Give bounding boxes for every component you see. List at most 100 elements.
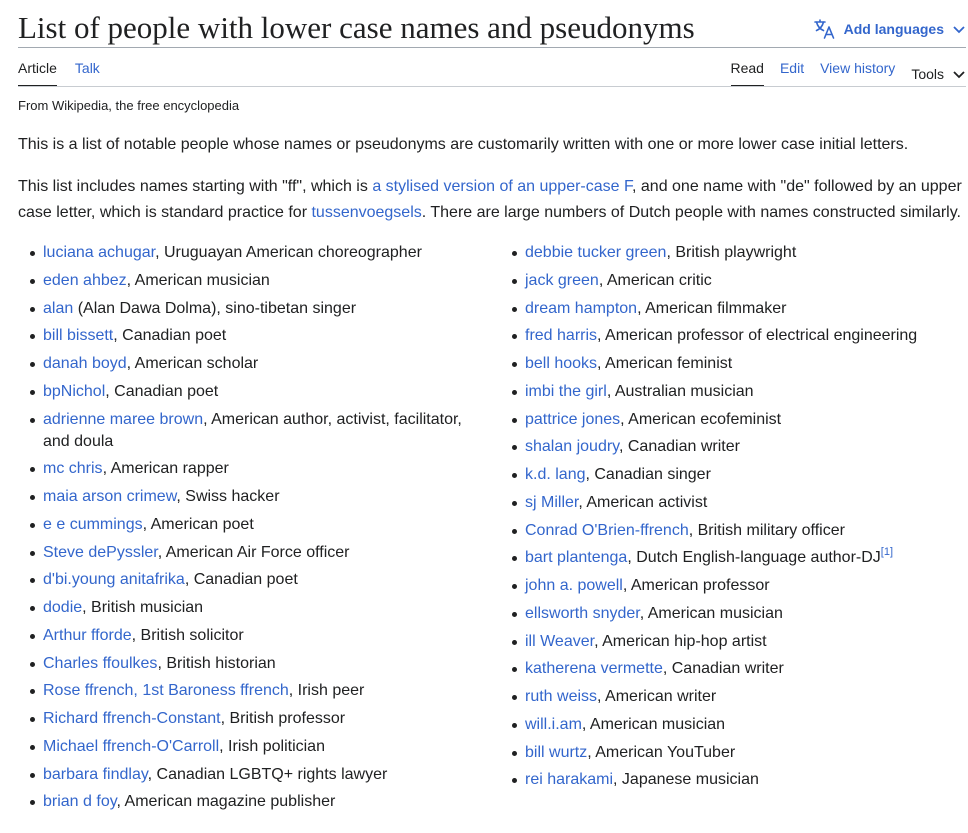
person-link[interactable]: ellsworth snyder <box>525 605 640 622</box>
list-item: ruth weiss, American writer <box>508 686 966 708</box>
stylised-f-link[interactable]: a stylised version of an upper-case F <box>372 178 632 195</box>
person-description: , American Air Force officer <box>157 543 350 561</box>
tools-menu[interactable]: Tools <box>911 60 966 87</box>
list-item: eden ahbez, American musician <box>26 270 476 292</box>
person-link[interactable]: barbara findlay <box>43 766 148 783</box>
person-description: , American hip-hop artist <box>594 632 767 650</box>
person-link[interactable]: dodie <box>43 599 82 616</box>
list-item: Conrad O'Brien-ffrench, British military… <box>508 520 966 542</box>
tab-article[interactable]: Article <box>18 60 57 87</box>
list-item: imbi the girl, Australian musician <box>508 381 966 403</box>
person-link[interactable]: shalan joudry <box>525 438 619 455</box>
list-item: will.i.am, American musician <box>508 714 966 736</box>
person-description: , Irish politician <box>219 737 325 755</box>
person-link[interactable]: Arthur fforde <box>43 627 132 644</box>
person-link[interactable]: danah boyd <box>43 355 127 372</box>
person-description: , American professor <box>622 577 770 594</box>
list-item: danah boyd, American scholar <box>26 353 476 375</box>
person-link[interactable]: Michael ffrench-O'Carroll <box>43 738 219 755</box>
list-item: bart plantenga, Dutch English-language a… <box>508 547 966 569</box>
person-link[interactable]: will.i.am <box>525 716 582 733</box>
person-link[interactable]: Richard ffrench-Constant <box>43 710 221 727</box>
list-item: e e cummings, American poet <box>26 514 476 536</box>
tab-edit[interactable]: Edit <box>780 60 804 87</box>
list-item: mc chris, American rapper <box>26 458 476 480</box>
person-description: , American musician <box>581 715 726 733</box>
person-link[interactable]: ruth weiss <box>525 688 597 705</box>
intro-paragraph-2: This list includes names starting with "… <box>18 174 964 226</box>
person-link[interactable]: Steve dePyssler <box>43 544 158 561</box>
person-description: , American scholar <box>126 355 259 372</box>
person-link[interactable]: mc chris <box>43 460 103 477</box>
people-list-left: luciana achugar, Uruguayan American chor… <box>26 242 476 819</box>
person-link[interactable]: maia arson crimew <box>43 488 176 505</box>
person-link[interactable]: rei harakami <box>525 771 613 788</box>
person-link[interactable]: luciana achugar <box>43 244 155 261</box>
list-item: bill wurtz, American YouTuber <box>508 742 966 764</box>
person-description: , Canadian singer <box>585 466 711 483</box>
person-link[interactable]: e e cummings <box>43 516 143 533</box>
person-link[interactable]: sj Miller <box>525 494 578 511</box>
tab-talk[interactable]: Talk <box>75 60 100 87</box>
list-item: john a. powell, American professor <box>508 575 966 597</box>
person-description: , American rapper <box>102 460 229 478</box>
list-item: Charles ffoulkes, British historian <box>26 653 476 675</box>
person-description: , American professor of electrical engin… <box>597 327 918 345</box>
person-link[interactable]: jack green <box>525 272 599 289</box>
person-link[interactable]: bart plantenga <box>525 549 627 566</box>
reference-link[interactable]: [1] <box>881 546 893 558</box>
person-link[interactable]: katherena vermette <box>525 660 663 677</box>
chevron-down-icon <box>953 26 965 34</box>
list-item: dream hampton, American filmmaker <box>508 298 966 320</box>
person-link[interactable]: d'bi.young anitafrika <box>43 571 185 588</box>
tab-read[interactable]: Read <box>730 60 764 87</box>
person-link[interactable]: k.d. lang <box>525 466 585 483</box>
person-link[interactable]: bill wurtz <box>525 744 587 761</box>
person-description: , American magazine publisher <box>116 793 336 811</box>
person-description: , American musician <box>126 271 270 289</box>
person-link[interactable]: bill bissett <box>43 327 113 344</box>
intro-paragraph-1: This is a list of notable people whose n… <box>18 136 909 153</box>
list-item: dodie, British musician <box>26 597 476 619</box>
tussenvoegsels-link[interactable]: tussenvoegsels <box>311 204 421 221</box>
person-link[interactable]: eden ahbez <box>43 272 127 289</box>
add-languages-label: Add languages <box>843 21 944 37</box>
person-link[interactable]: fred harris <box>525 327 597 344</box>
list-item: Richard ffrench-Constant, British profes… <box>26 708 476 730</box>
person-link[interactable]: adrienne maree brown <box>43 411 203 428</box>
person-description: , Australian musician <box>606 382 754 400</box>
person-description: , Canadian writer <box>662 660 784 678</box>
list-item: Rose ffrench, 1st Baroness ffrench, Iris… <box>26 680 476 702</box>
list-item: barbara findlay, Canadian LGBTQ+ rights … <box>26 764 476 786</box>
person-description: , Canadian poet <box>113 327 227 345</box>
person-link[interactable]: debbie tucker green <box>525 244 666 261</box>
person-description: , British military officer <box>688 521 845 539</box>
add-languages-button[interactable]: Add languages <box>813 19 966 39</box>
list-item: luciana achugar, Uruguayan American chor… <box>26 242 476 264</box>
list-item: adrienne maree brown, American author, a… <box>26 409 476 453</box>
list-item: bpNichol, Canadian poet <box>26 381 476 403</box>
list-item: debbie tucker green, British playwright <box>508 242 966 264</box>
tab-view-history[interactable]: View history <box>820 60 895 87</box>
person-description: , British professor <box>220 710 346 727</box>
person-description: , American writer <box>597 688 717 705</box>
person-link[interactable]: Charles ffoulkes <box>43 655 157 672</box>
person-link[interactable]: ill Weaver <box>525 633 594 650</box>
person-link[interactable]: pattrice jones <box>525 411 620 428</box>
person-link[interactable]: alan <box>43 300 73 317</box>
view-tabs: Read Edit View history Tools <box>715 60 967 87</box>
list-item: katherena vermette, Canadian writer <box>508 658 966 680</box>
person-link[interactable]: brian d foy <box>43 793 117 810</box>
person-link[interactable]: bpNichol <box>43 383 105 400</box>
list-item: sj Miller, American activist <box>508 492 966 514</box>
person-link[interactable]: bell hooks <box>525 355 597 372</box>
person-description: , American critic <box>598 271 712 289</box>
list-item: shalan joudry, Canadian writer <box>508 436 966 458</box>
person-link[interactable]: Rose ffrench, 1st Baroness ffrench <box>43 682 289 699</box>
list-item: Arthur fforde, British solicitor <box>26 625 476 647</box>
person-link[interactable]: john a. powell <box>525 577 623 594</box>
person-link[interactable]: Conrad O'Brien-ffrench <box>525 522 689 539</box>
person-link[interactable]: imbi the girl <box>525 383 607 400</box>
person-link[interactable]: dream hampton <box>525 300 637 317</box>
list-item: rei harakami, Japanese musician <box>508 769 966 791</box>
